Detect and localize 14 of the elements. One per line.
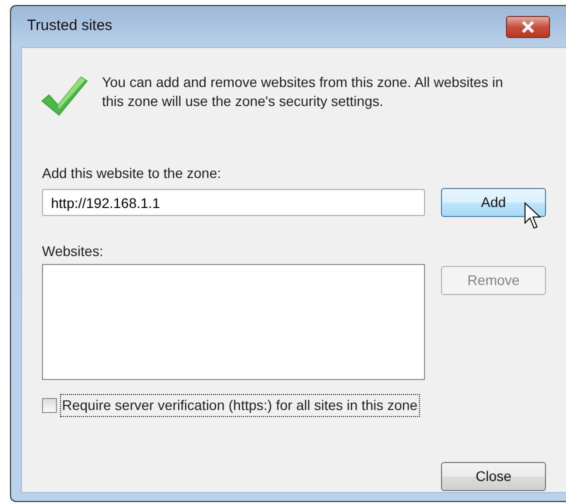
checkbox-label[interactable]: Require server verification (https:) for all sites in this zone (60, 394, 420, 417)
close-icon (520, 20, 536, 32)
checkbox[interactable] (42, 398, 57, 413)
window-title: Trusted sites (27, 16, 112, 36)
list-label: Websites: (42, 242, 104, 261)
websites-list[interactable] (42, 264, 425, 380)
website-input-field[interactable]: http://192.168.1.1 (42, 189, 425, 216)
close-button[interactable]: Close (441, 462, 546, 491)
mouse-pointer-icon (524, 202, 542, 230)
add-button[interactable]: Add (441, 188, 546, 217)
checkmark-icon (41, 75, 88, 117)
close-icon-button[interactable] (506, 16, 550, 38)
field-label: Add this website to the zone: (42, 164, 222, 183)
info-message: You can add and remove websites from this zone. All websites in this zone will use the zone's security settings. (102, 73, 504, 111)
